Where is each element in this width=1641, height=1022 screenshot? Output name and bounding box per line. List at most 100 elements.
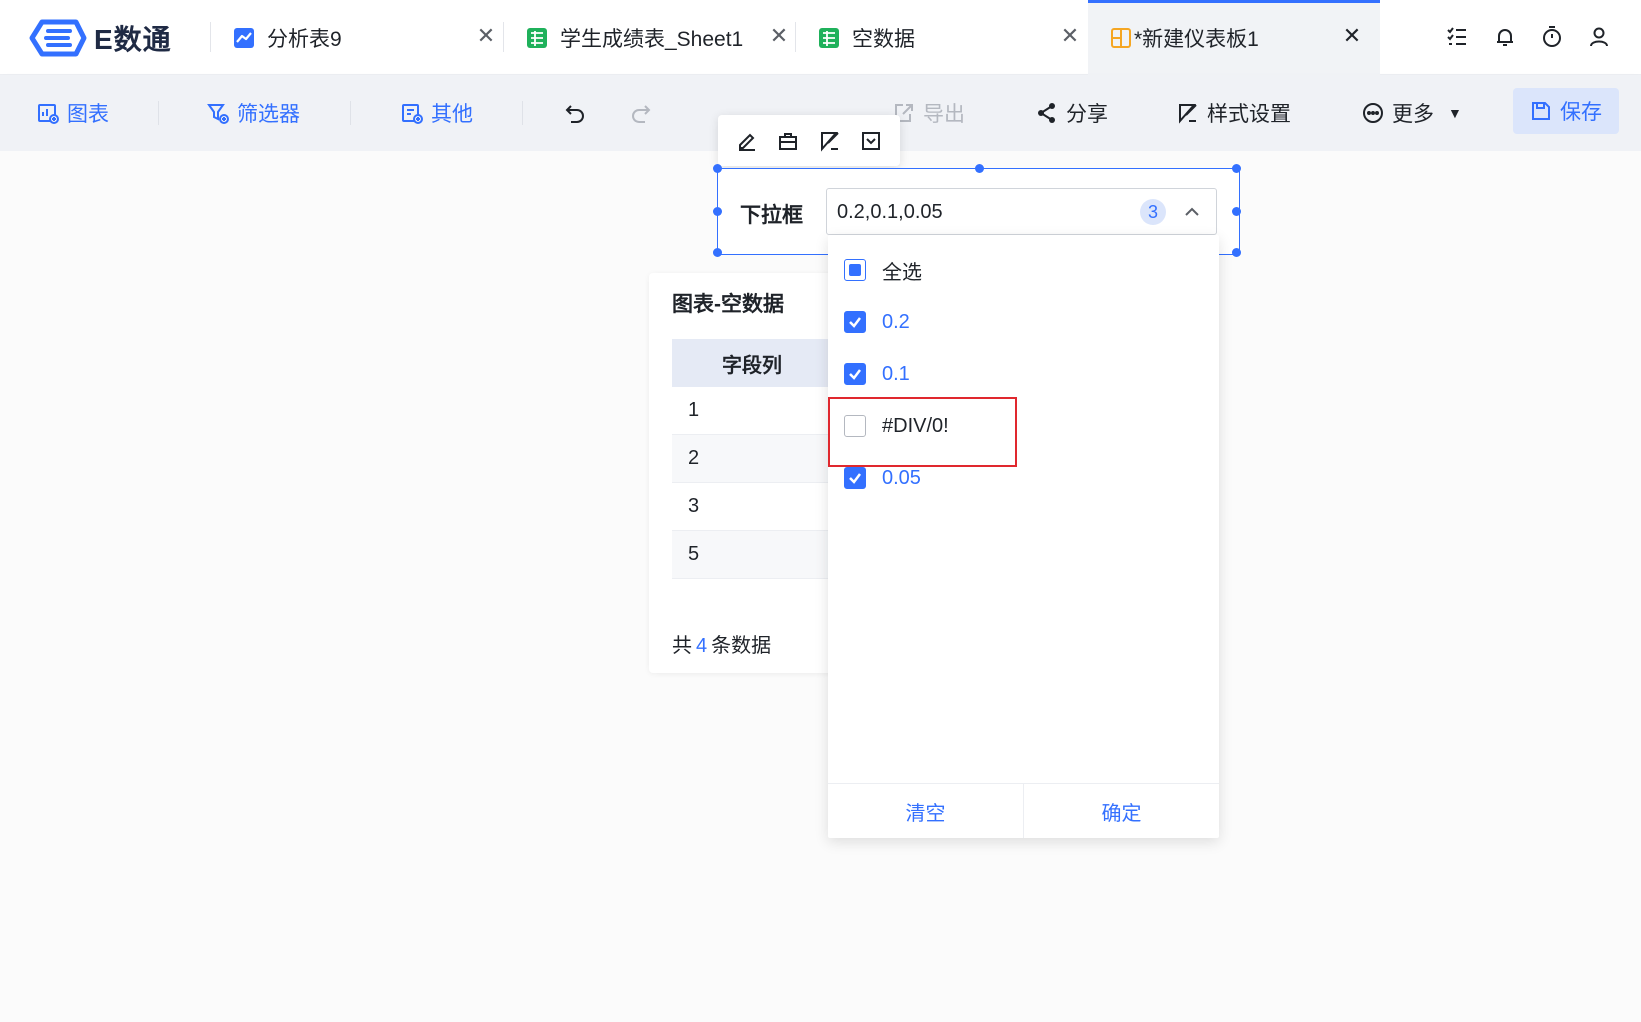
spreadsheet-icon bbox=[818, 27, 840, 49]
undo-icon bbox=[565, 105, 584, 123]
logo-text: E数通 bbox=[94, 24, 172, 55]
chevron-up-icon[interactable] bbox=[1181, 201, 1203, 223]
option-label: #DIV/0! bbox=[882, 414, 949, 437]
export-button-label: 导出 bbox=[923, 103, 965, 126]
clear-button[interactable]: 清空 bbox=[828, 784, 1024, 838]
redo-button[interactable] bbox=[629, 93, 653, 133]
tab-divider bbox=[503, 22, 504, 52]
resize-handle[interactable] bbox=[1232, 248, 1241, 257]
task-list-icon[interactable] bbox=[1442, 22, 1472, 52]
option-item[interactable]: #DIV/0! bbox=[844, 411, 949, 441]
footer-suffix: 条数据 bbox=[711, 635, 772, 657]
dashboard-icon bbox=[1110, 27, 1132, 49]
option-label: 0.1 bbox=[882, 362, 910, 385]
resize-handle[interactable] bbox=[713, 164, 722, 173]
save-button-label: 保存 bbox=[1560, 101, 1602, 124]
tab-label: 空数据 bbox=[852, 27, 915, 51]
close-icon[interactable]: ✕ bbox=[1340, 23, 1364, 48]
option-item[interactable]: 0.1 bbox=[844, 359, 910, 389]
redo-icon bbox=[632, 105, 651, 123]
option-label: 全选 bbox=[882, 261, 922, 284]
close-icon[interactable]: ✕ bbox=[767, 23, 791, 48]
caret-down-icon: ▼ bbox=[1448, 105, 1462, 121]
confirm-button[interactable]: 确定 bbox=[1024, 784, 1219, 838]
option-item[interactable]: 0.05 bbox=[844, 463, 921, 493]
more-button-label: 更多 bbox=[1392, 103, 1434, 126]
tab-empty-data[interactable]: 空数据 ✕ bbox=[818, 0, 1083, 75]
line-chart-icon bbox=[233, 27, 255, 49]
top-tab-bar: E数通 分析表9 ✕ 学生成绩表_Sheet1 ✕ 空数据 ✕ *新建仪表板1 … bbox=[0, 0, 1641, 75]
selected-count-badge: 3 bbox=[1140, 199, 1166, 225]
add-filter-button[interactable]: 筛选器 bbox=[207, 93, 300, 133]
tab-student-scores[interactable]: 学生成绩表_Sheet1 ✕ bbox=[526, 0, 792, 75]
style-button-label: 样式设置 bbox=[1207, 103, 1291, 126]
dropdown-options-panel: 全选 0.2 0.1 #DIV/0! 0.05 清空 确定 bbox=[828, 235, 1219, 838]
add-chart-button[interactable]: 图表 bbox=[37, 93, 109, 133]
toolbar-divider bbox=[522, 101, 523, 125]
option-item[interactable]: 0.2 bbox=[844, 307, 910, 337]
export-button[interactable]: 导出 bbox=[893, 93, 965, 133]
bell-icon[interactable] bbox=[1490, 22, 1520, 52]
style-settings-icon bbox=[1179, 104, 1197, 124]
resize-handle[interactable] bbox=[1232, 164, 1241, 173]
spreadsheet-icon bbox=[526, 27, 548, 49]
dropdown-select[interactable]: 0.2,0.1,0.05 3 bbox=[826, 188, 1217, 235]
toolbar-divider bbox=[350, 101, 351, 125]
app-logo: E数通 bbox=[26, 18, 172, 58]
share-button-label: 分享 bbox=[1066, 103, 1108, 126]
resize-handle[interactable] bbox=[1232, 207, 1241, 216]
table-cell: 5 bbox=[688, 543, 700, 565]
option-label: 0.05 bbox=[882, 466, 921, 489]
user-icon[interactable] bbox=[1584, 22, 1614, 52]
resize-handle[interactable] bbox=[975, 164, 984, 173]
widget-mini-toolbar bbox=[718, 115, 900, 166]
option-label: 0.2 bbox=[882, 310, 910, 333]
logo-icon bbox=[29, 19, 87, 57]
chart-title: 图表-空数据 bbox=[672, 293, 784, 316]
tab-divider bbox=[795, 22, 796, 52]
check-icon bbox=[849, 473, 861, 484]
table-cell: 1 bbox=[688, 399, 700, 421]
checkbox-checked[interactable] bbox=[844, 363, 866, 385]
filter-label: 下拉框 bbox=[740, 204, 803, 227]
filter-icon bbox=[207, 104, 229, 124]
close-icon[interactable]: ✕ bbox=[474, 23, 498, 48]
tab-analysis-9[interactable]: 分析表9 ✕ bbox=[233, 0, 498, 75]
share-icon bbox=[1038, 103, 1055, 123]
row-count-footer: 共 4 条数据 bbox=[672, 629, 771, 658]
footer-count: 4 bbox=[696, 635, 708, 657]
checkbox-partial[interactable] bbox=[844, 259, 866, 281]
table-cell: 2 bbox=[688, 447, 700, 469]
footer-prefix: 共 bbox=[672, 635, 692, 657]
checkbox-checked[interactable] bbox=[844, 311, 866, 333]
add-chart-icon bbox=[38, 104, 59, 124]
timer-icon[interactable] bbox=[1537, 22, 1567, 52]
other-button-label: 其他 bbox=[431, 103, 473, 126]
edit-icon[interactable] bbox=[734, 128, 760, 154]
tab-label: 分析表9 bbox=[267, 27, 342, 51]
briefcase-icon[interactable] bbox=[775, 128, 801, 154]
dropdown-footer: 清空 确定 bbox=[828, 783, 1219, 838]
option-select-all[interactable]: 全选 bbox=[844, 255, 922, 285]
save-button[interactable]: 保存 bbox=[1513, 88, 1619, 134]
tab-label: *新建仪表板1 bbox=[1134, 27, 1259, 51]
add-other-button[interactable]: 其他 bbox=[401, 93, 473, 133]
tab-new-dashboard[interactable]: *新建仪表板1 ✕ bbox=[1088, 0, 1380, 75]
checkbox-unchecked[interactable] bbox=[844, 415, 866, 437]
close-icon[interactable]: ✕ bbox=[1058, 23, 1082, 48]
resize-handle[interactable] bbox=[713, 207, 722, 216]
undo-button[interactable] bbox=[563, 93, 587, 133]
other-component-icon bbox=[402, 104, 423, 124]
save-icon bbox=[1532, 102, 1550, 120]
checkbox-checked[interactable] bbox=[844, 467, 866, 489]
share-button[interactable]: 分享 bbox=[1036, 93, 1108, 133]
tab-divider bbox=[210, 22, 211, 52]
more-button[interactable]: 更多 ▼ bbox=[1362, 93, 1462, 133]
resize-handle[interactable] bbox=[713, 248, 722, 257]
style-settings-button[interactable]: 样式设置 bbox=[1177, 93, 1291, 133]
check-icon bbox=[849, 369, 861, 380]
dropdown-toggle-icon[interactable] bbox=[858, 128, 884, 154]
table-cell: 3 bbox=[688, 495, 700, 517]
tab-label: 学生成绩表_Sheet1 bbox=[560, 27, 744, 51]
style-icon[interactable] bbox=[817, 128, 843, 154]
